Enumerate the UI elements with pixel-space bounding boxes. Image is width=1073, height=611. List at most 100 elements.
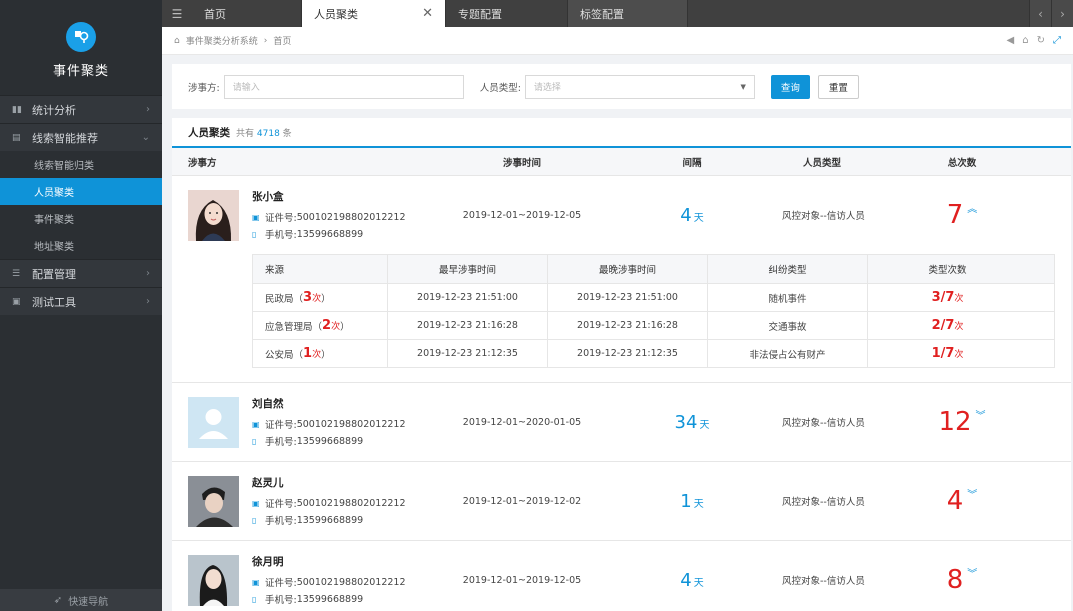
time-range: 2019-12-01~2019-12-05 (462, 574, 582, 586)
sidebar-item-label: 配置管理 (32, 267, 76, 281)
logo-area: 事件聚类 (0, 0, 162, 95)
back-icon[interactable]: ◀ (1007, 35, 1015, 46)
phone-icon: ▯ (252, 594, 257, 604)
collapse-icon[interactable]: ︽ (967, 204, 977, 215)
quick-nav-button[interactable]: ➶ 快速导航 (0, 589, 162, 611)
detail-header: 来源 最早涉事时间 最晚涉事时间 纠纷类型 类型次数 (253, 255, 1054, 283)
panel-header: 人员聚类 共有 4718 条 (172, 118, 1071, 148)
tab-person-cluster[interactable]: 人员聚类 ✕ (302, 0, 446, 27)
id-number: 500102198802012212 (296, 497, 406, 509)
avatar (188, 554, 239, 606)
record-count: 共有 4718 条 (236, 128, 292, 139)
person-name: 赵灵儿 (252, 477, 284, 489)
id-number: 500102198802012212 (296, 418, 406, 430)
chevron-right-icon: › (146, 268, 150, 279)
reset-button[interactable]: 重置 (817, 74, 859, 99)
person-row: 张小盒 ▣ 证件号: 500102198802012212 ▯ 手机号: 135… (172, 176, 1071, 383)
sidebar: 事件聚类 ▮▮ 统计分析 › ▤ 线索智能推荐 ⌄ 线索智能归类 人员聚类 事件… (0, 0, 162, 611)
sidebar-item-test-tools[interactable]: ▣ 测试工具 › (0, 287, 162, 315)
sidebar-subitem-clue-classify[interactable]: 线索智能归类 (0, 151, 162, 178)
list-icon: ▤ (12, 132, 21, 143)
tab-label: 首页 (204, 7, 226, 21)
expand-icon[interactable]: ︾ (967, 490, 977, 501)
sidebar-subitem-address-cluster[interactable]: 地址聚类 (0, 232, 162, 259)
tab-scroll-right-icon[interactable]: › (1051, 0, 1073, 27)
type-select-placeholder: 请选择 (533, 83, 561, 93)
id-card-icon: ▣ (252, 498, 260, 508)
id-card-icon: ▣ (252, 212, 260, 222)
breadcrumb-separator: › (263, 35, 268, 46)
expand-icon[interactable]: ︾ (967, 569, 977, 580)
query-button[interactable]: 查询 (770, 74, 810, 99)
app-title: 事件聚类 (52, 64, 109, 79)
interval: 34 天 (674, 411, 710, 433)
total-count: 12 ︾ (938, 407, 986, 437)
breadcrumb-root[interactable]: 事件聚类分析系统 (186, 34, 258, 47)
person-type: 风控对象--信访人员 (782, 418, 865, 429)
close-icon[interactable]: ✕ (422, 6, 433, 21)
sidebar-item-config[interactable]: ☰ 配置管理 › (0, 259, 162, 287)
home-icon[interactable]: ⌂ (1022, 35, 1028, 46)
sidebar-item-statistics[interactable]: ▮▮ 统计分析 › (0, 95, 162, 123)
breadcrumb-current: 首页 (273, 37, 292, 47)
party-input[interactable]: 请输入 (223, 74, 464, 99)
tab-label: 标签配置 (580, 7, 624, 21)
bar-chart-icon: ▮▮ (12, 104, 22, 115)
tab-tag-config[interactable]: 标签配置 (568, 0, 688, 27)
detail-row: 民政局（3 次） 2019-12-23 21:51:00 2019-12-23 2… (253, 283, 1054, 311)
column-time: 涉事时间 (502, 157, 541, 169)
tab-home[interactable]: 首页 (192, 0, 302, 27)
menu-toggle-icon[interactable]: ☰ (162, 0, 192, 27)
person-row: 徐月明 ▣ 证件号: 500102198802012212 ▯ 手机号: 135… (172, 541, 1071, 611)
briefcase-icon: ▣ (12, 296, 21, 307)
sidebar-subitem-person-cluster[interactable]: 人员聚类 (0, 178, 162, 205)
tab-scroll-left-icon[interactable]: ‹ (1029, 0, 1051, 27)
panel-title: 人员聚类 (188, 126, 230, 139)
search-panel: 涉事方: 请输入 人员类型: 请选择 ▼ 查询 重置 (172, 64, 1071, 109)
sidebar-item-label: 测试工具 (32, 295, 76, 309)
expand-icon[interactable]: ⤢ (1053, 35, 1061, 46)
refresh-icon[interactable]: ↻ (1037, 35, 1045, 46)
person-row: 赵灵儿 ▣ 证件号: 500102198802012212 ▯ 手机号: 135… (172, 462, 1071, 541)
tab-bar: ☰ 首页 人员聚类 ✕ 专题配置 标签配置 ‹ › (162, 0, 1073, 27)
chevron-right-icon: › (146, 104, 150, 115)
column-person-type: 人员类型 (802, 157, 841, 169)
detail-table: 来源 最早涉事时间 最晚涉事时间 纠纷类型 类型次数 民政局（3 次） 2019-… (252, 254, 1055, 368)
tab-label: 人员聚类 (314, 7, 358, 21)
tab-label: 专题配置 (458, 7, 502, 21)
column-interval: 间隔 (682, 157, 702, 169)
time-range: 2019-12-01~2019-12-05 (462, 209, 582, 221)
record-count-number: 4718 (256, 128, 280, 139)
person-cluster-panel: 人员聚类 共有 4718 条 涉事方 涉事时间 间隔 人员类型 总次数 张小盒 … (172, 118, 1071, 611)
rocket-icon: ➶ (53, 594, 63, 606)
total-count: 4 ︾ (946, 486, 978, 516)
total-count: 8 ︾ (946, 565, 978, 595)
sidebar-subitem-event-cluster[interactable]: 事件聚类 (0, 205, 162, 232)
phone-icon: ▯ (252, 436, 257, 446)
tab-topic-config[interactable]: 专题配置 (446, 0, 568, 27)
logo-icon (66, 22, 96, 52)
type-label: 人员类型: (479, 82, 521, 94)
time-range: 2019-12-01~2020-01-05 (462, 416, 582, 428)
caret-down-icon: ▼ (740, 82, 746, 91)
person-row: 刘自然 ▣ 证件号: 500102198802012212 ▯ 手机号: 135… (172, 383, 1071, 462)
avatar (188, 189, 239, 241)
avatar (188, 396, 239, 448)
sidebar-item-clue-recommend[interactable]: ▤ 线索智能推荐 ⌄ (0, 123, 162, 151)
phone-icon: ▯ (252, 515, 257, 525)
phone-number: 13599668899 (296, 228, 364, 240)
detail-row: 公安局（1 次） 2019-12-23 21:12:35 2019-12-23 2… (253, 339, 1054, 367)
id-card-icon: ▣ (252, 419, 260, 429)
person-name: 刘自然 (252, 398, 284, 410)
chevron-down-icon: ⌄ (141, 132, 150, 143)
person-type: 风控对象--信访人员 (782, 211, 865, 222)
id-number: 500102198802012212 (296, 211, 406, 223)
person-type: 风控对象--信访人员 (782, 576, 865, 587)
table-header: 涉事方 涉事时间 间隔 人员类型 总次数 (172, 148, 1071, 176)
type-select[interactable]: 请选择 ▼ (524, 74, 755, 99)
expand-icon[interactable]: ︾ (976, 411, 986, 422)
home-icon: ⌂ (174, 35, 180, 46)
phone-number: 13599668899 (296, 593, 364, 605)
id-number: 500102198802012212 (296, 576, 406, 588)
interval: 4天 (680, 569, 704, 591)
